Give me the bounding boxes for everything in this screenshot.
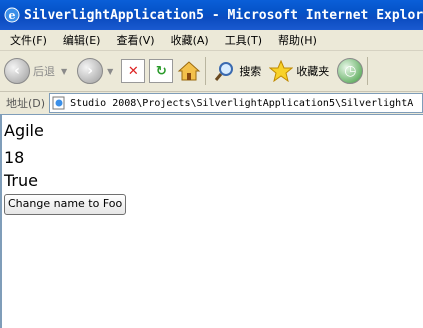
back-dropdown-icon: ▼ <box>61 66 68 76</box>
back-button[interactable]: ‹ 后退 ▼ <box>4 58 67 84</box>
refresh-button[interactable]: ↻ <box>149 59 174 83</box>
menu-file[interactable]: 文件(F) <box>10 32 47 48</box>
stop-icon: ✕ <box>121 59 146 83</box>
svg-text:e: e <box>9 9 16 22</box>
title-bar: e SilverlightApplication5 - Microsoft In… <box>0 0 423 30</box>
forward-dropdown-icon: ▼ <box>107 66 114 76</box>
toolbar-separator <box>205 57 207 85</box>
menu-favorites[interactable]: 收藏(A) <box>171 32 209 48</box>
toolbar: ‹ 后退 ▼ › ▼ ✕ ↻ 搜索 收藏夹 ◷ <box>0 51 423 92</box>
menu-view[interactable]: 查看(V) <box>116 32 154 48</box>
refresh-icon: ↻ <box>149 59 174 83</box>
name-text: Agile <box>4 121 44 140</box>
search-button[interactable]: 搜索 <box>214 60 261 82</box>
forward-button[interactable]: › ▼ <box>77 58 113 84</box>
history-icon: ◷ <box>337 58 364 84</box>
stop-button[interactable]: ✕ <box>121 59 146 83</box>
page-icon <box>52 96 65 110</box>
search-label: 搜索 <box>239 65 262 78</box>
address-value: Studio 2008\Projects\SilverlightApplicat… <box>70 97 414 109</box>
back-arrow-icon: ‹ <box>4 58 30 84</box>
address-label: 地址(D) <box>6 97 46 110</box>
menu-tools[interactable]: 工具(T) <box>225 32 262 48</box>
change-name-button[interactable]: Change name to Foo <box>4 194 127 215</box>
favorites-label: 收藏夹 <box>296 65 330 78</box>
forward-arrow-icon: › <box>77 58 104 84</box>
favorites-star-icon <box>269 60 294 82</box>
history-button[interactable]: ◷ <box>337 58 364 84</box>
menu-bar: 文件(F) 编辑(E) 查看(V) 收藏(A) 工具(T) 帮助(H) <box>0 30 423 51</box>
home-icon <box>178 61 201 81</box>
ie-logo-icon: e <box>4 7 20 23</box>
age-text: 18 <box>4 148 25 167</box>
search-icon <box>215 62 234 81</box>
menu-edit[interactable]: 编辑(E) <box>63 32 101 48</box>
home-button[interactable] <box>177 60 201 82</box>
flag-text: True <box>4 171 38 190</box>
page-content: Agile 18 True Change name to Foo <box>0 115 423 328</box>
address-field[interactable]: Studio 2008\Projects\SilverlightApplicat… <box>49 93 423 113</box>
address-bar: 地址(D) Studio 2008\Projects\SilverlightAp… <box>0 92 423 115</box>
favorites-button[interactable]: 收藏夹 <box>269 60 329 82</box>
back-label: 后退 <box>33 65 55 78</box>
menu-help[interactable]: 帮助(H) <box>278 32 317 48</box>
toolbar-separator-2 <box>367 57 369 85</box>
window-title: SilverlightApplication5 - Microsoft Inte… <box>24 7 423 23</box>
